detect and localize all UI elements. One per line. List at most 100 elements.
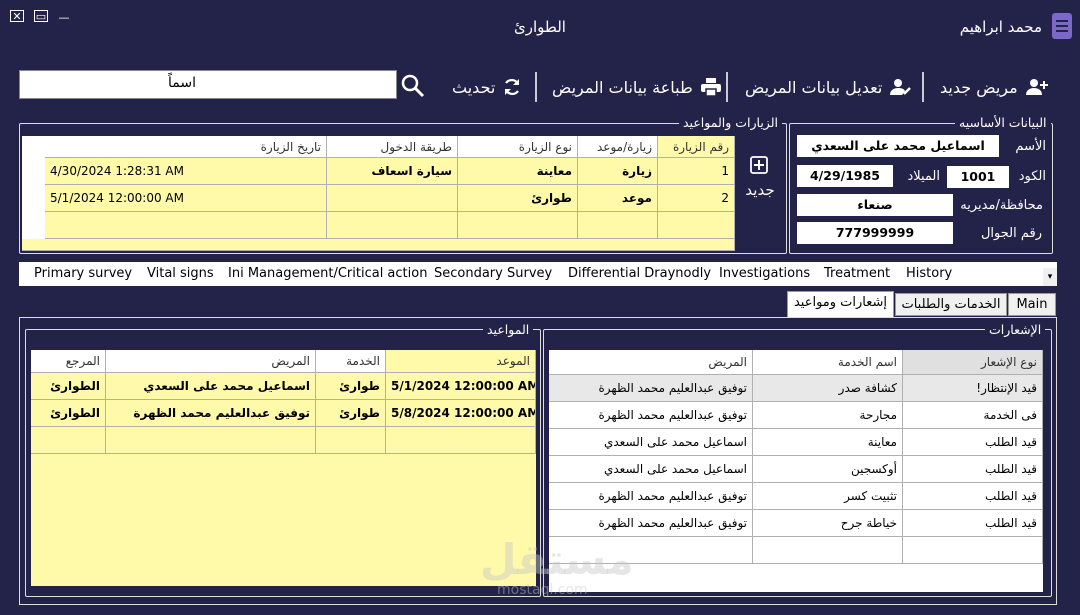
- phone-field[interactable]: 777999999: [797, 222, 953, 244]
- visits-cell[interactable]: [327, 212, 458, 239]
- visits-cell[interactable]: [327, 185, 458, 212]
- notifications-cell[interactable]: قيد الطلب: [903, 510, 1043, 537]
- birth-label: الميلاد: [907, 169, 940, 184]
- appointments-cell[interactable]: [106, 427, 316, 454]
- notifications-cell[interactable]: معاينة: [753, 429, 903, 456]
- name-field[interactable]: اسماعيل محمد على السعدي: [797, 135, 999, 157]
- notifications-cell[interactable]: خياطة جرح: [753, 510, 903, 537]
- tab-history[interactable]: History: [906, 266, 952, 281]
- appointments-header-cell: الخدمة: [316, 350, 386, 373]
- notifications-cell[interactable]: توفيق عبدالعليم محمد الظهرة: [549, 510, 753, 537]
- tab-services[interactable]: الخدمات والطلبات: [895, 293, 1007, 316]
- notifications-cell[interactable]: !قيد الإنتظار: [903, 375, 1043, 402]
- notifications-cell[interactable]: قيد الطلب: [903, 456, 1043, 483]
- visits-header-cell: نوع الزيارة: [458, 136, 578, 158]
- tab-notifications[interactable]: إشعارات ومواعيد: [787, 291, 894, 317]
- tab-ini-management-critical-action[interactable]: Ini Management/Critical action: [228, 266, 427, 281]
- appointments-cell[interactable]: طوارئ: [316, 400, 386, 427]
- printer-icon: [700, 78, 721, 96]
- tab-vital-signs[interactable]: Vital signs: [147, 266, 214, 281]
- tab-treatment[interactable]: Treatment: [824, 266, 890, 281]
- tab-primary-survey[interactable]: Primary survey: [34, 266, 132, 281]
- visits-empty-row: [22, 239, 735, 251]
- tab-main[interactable]: Main: [1008, 293, 1056, 316]
- minimize-icon[interactable]: —: [57, 12, 71, 24]
- appointments-cell[interactable]: [31, 427, 106, 454]
- appointments-cell[interactable]: 5/1/2024 12:00:00 AM: [386, 373, 536, 400]
- basic-info-legend: البيانات الأساسيه: [955, 115, 1051, 130]
- tab-secondary-survey[interactable]: Secondary Survey: [434, 266, 552, 281]
- visits-cell[interactable]: [458, 212, 578, 239]
- visits-cell[interactable]: طوارئ: [458, 185, 578, 212]
- notifications-cell[interactable]: تثبيت كسر: [753, 483, 903, 510]
- search-icon[interactable]: [401, 74, 425, 98]
- tab-investigations[interactable]: Investigations: [719, 266, 810, 281]
- notifications-legend: الإشعارات: [985, 322, 1046, 337]
- edit-patient-label: تعديل بيانات المريض: [745, 77, 883, 97]
- notifications-cell[interactable]: قيد الطلب: [903, 429, 1043, 456]
- print-patient-button[interactable]: طباعة بيانات المريض: [552, 74, 721, 100]
- appointments-cell[interactable]: توفيق عبدالعليم محمد الظهرة: [106, 400, 316, 427]
- visits-header-cell: طريقة الدخول: [327, 136, 458, 158]
- appointments-header-cell: المريض: [106, 350, 316, 373]
- restore-icon[interactable]: ▭: [34, 10, 48, 23]
- visits-cell[interactable]: [658, 212, 735, 239]
- notifications-header-cell: المريض: [549, 350, 753, 375]
- governorate-field[interactable]: صنعاء: [797, 194, 953, 216]
- refresh-button[interactable]: تحديث: [452, 74, 521, 100]
- visits-cell[interactable]: زيارة: [578, 158, 658, 185]
- notifications-cell[interactable]: [753, 537, 903, 564]
- window-title: الطوارئ: [514, 18, 566, 36]
- notifications-cell[interactable]: توفيق عبدالعليم محمد الظهرة: [549, 375, 753, 402]
- appointments-cell[interactable]: طوارئ: [316, 373, 386, 400]
- document-icon: [1052, 13, 1072, 39]
- appointments-cell[interactable]: 5/8/2024 12:00:00 AM: [386, 400, 536, 427]
- birth-field[interactable]: 4/29/1985: [797, 165, 893, 187]
- appointments-cell[interactable]: [386, 427, 536, 454]
- visits-cell[interactable]: 5/1/2024 12:00:00 AM: [45, 185, 327, 212]
- tab-differential-draynodly[interactable]: Differential Draynodly: [568, 266, 711, 281]
- close-icon[interactable]: ✕: [10, 10, 24, 23]
- visits-cell[interactable]: 4/30/2024 1:28:31 AM: [45, 158, 327, 185]
- notifications-cell[interactable]: مجارحة: [753, 402, 903, 429]
- notifications-cell[interactable]: فى الخدمة: [903, 402, 1043, 429]
- visits-cell[interactable]: سيارة اسعاف: [327, 158, 458, 185]
- add-visit-icon[interactable]: [750, 156, 768, 174]
- governorate-label: محافظة/مديريه: [960, 198, 1043, 213]
- main-tab-strip: Primary survey Vital signs Ini Management/…: [19, 262, 1057, 286]
- appointments-cell[interactable]: الطوارئ: [31, 400, 106, 427]
- tab-scroll-button[interactable]: ▾: [1043, 268, 1057, 286]
- appointments-cell[interactable]: الطوارئ: [31, 373, 106, 400]
- notifications-cell[interactable]: اسماعيل محمد على السعدي: [549, 456, 753, 483]
- edit-user-icon: [890, 79, 912, 95]
- new-visit-button[interactable]: جديد: [742, 181, 778, 199]
- notifications-cell[interactable]: اسماعيل محمد على السعدي: [549, 429, 753, 456]
- visits-cell[interactable]: [578, 212, 658, 239]
- appointments-cell[interactable]: اسماعيل محمد على السعدي: [106, 373, 316, 400]
- edit-patient-button[interactable]: تعديل بيانات المريض: [745, 74, 912, 100]
- code-field[interactable]: 1001: [947, 166, 1009, 188]
- visits-cell[interactable]: 2: [658, 185, 735, 212]
- notifications-header-cell: نوع الإشعار: [903, 350, 1043, 375]
- new-patient-button[interactable]: مريض جديد: [940, 74, 1048, 100]
- appointments-header-cell: الموعد: [386, 350, 536, 373]
- visits-cell[interactable]: [45, 212, 327, 239]
- notifications-cell[interactable]: توفيق عبدالعليم محمد الظهرة: [549, 402, 753, 429]
- new-patient-label: مريض جديد: [940, 77, 1018, 97]
- watermark-logo: مستقل: [480, 535, 634, 584]
- watermark-url: mostaql.com: [497, 582, 588, 598]
- notifications-header-cell: اسم الخدمة: [753, 350, 903, 375]
- notifications-cell[interactable]: أوكسجين: [753, 456, 903, 483]
- notifications-cell[interactable]: [903, 537, 1043, 564]
- visits-header-cell: رقم الزيارة: [658, 136, 735, 158]
- notifications-cell[interactable]: توفيق عبدالعليم محمد الظهرة: [549, 483, 753, 510]
- visits-cell[interactable]: 1: [658, 158, 735, 185]
- visits-cell[interactable]: معاينة: [458, 158, 578, 185]
- search-input[interactable]: اسماً: [19, 70, 397, 99]
- notifications-cell[interactable]: قيد الطلب: [903, 483, 1043, 510]
- notifications-cell[interactable]: كشافة صدر: [753, 375, 903, 402]
- refresh-icon: [505, 78, 520, 96]
- visits-cell[interactable]: موعد: [578, 185, 658, 212]
- appointments-cell[interactable]: [316, 427, 386, 454]
- visits-header-cell: زيارة/موعد: [578, 136, 658, 158]
